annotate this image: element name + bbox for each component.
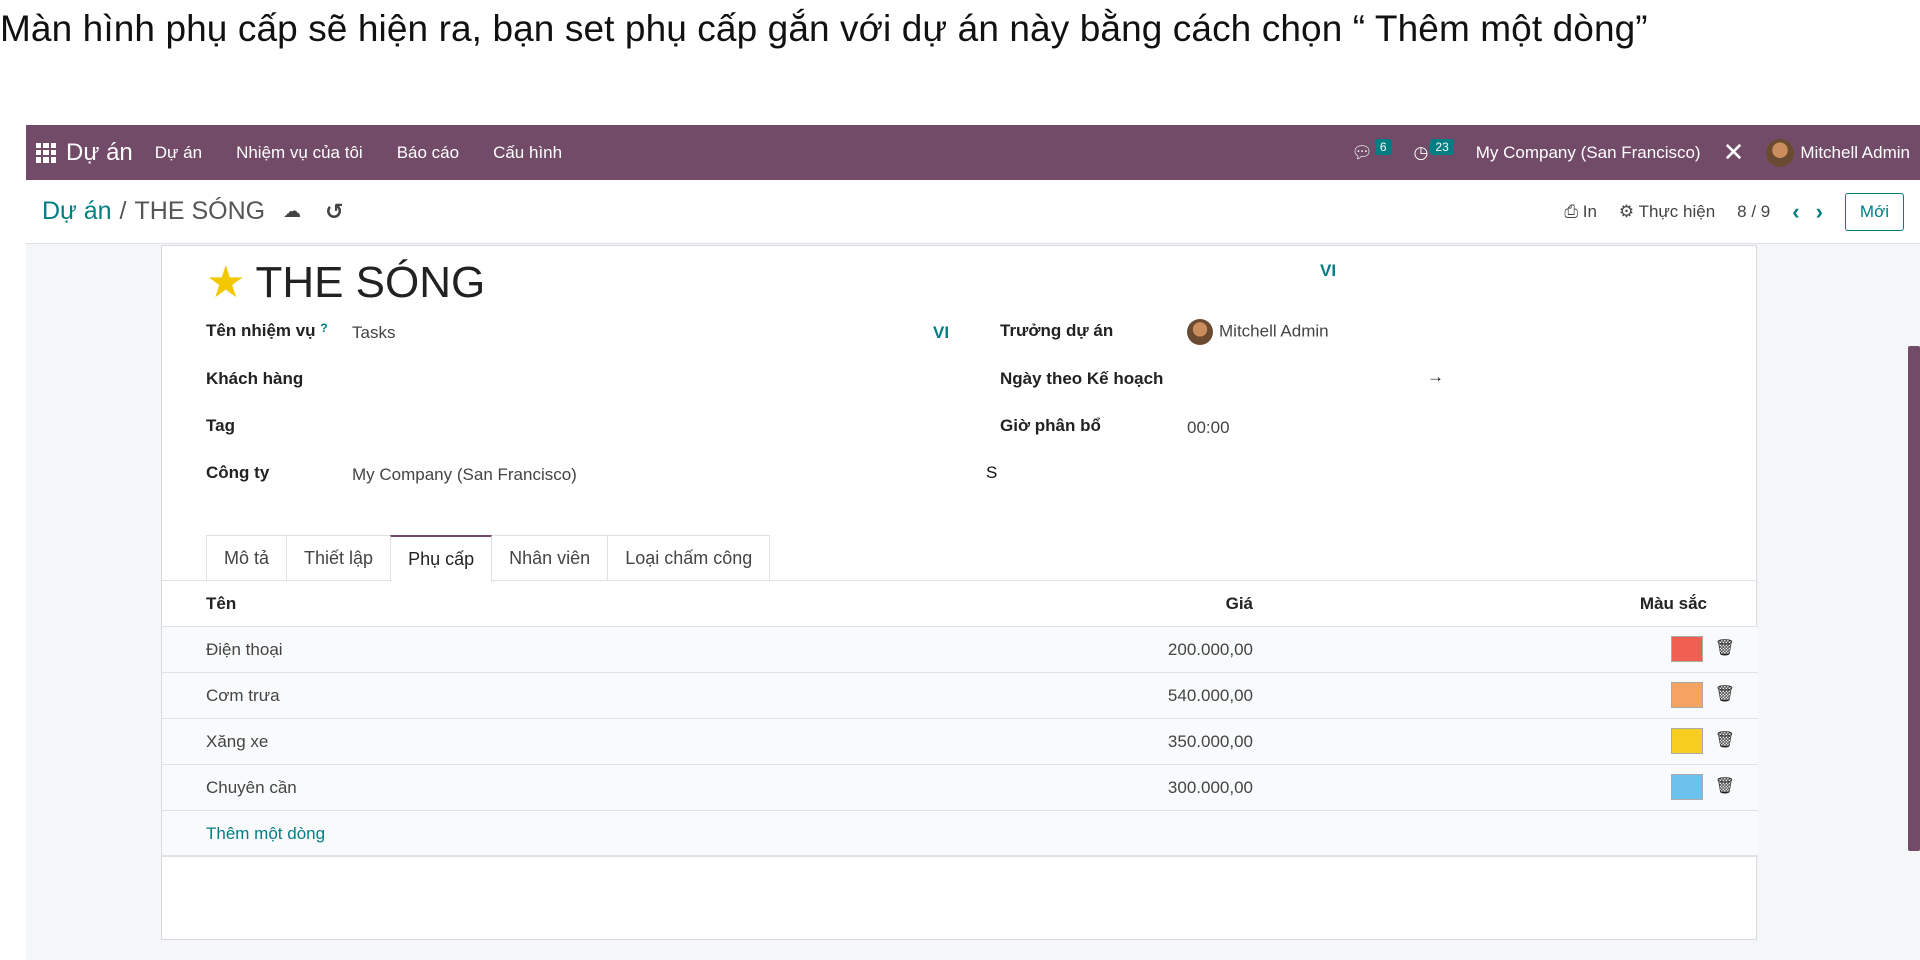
action-label: Thực hiện	[1638, 201, 1716, 221]
odoo-app-window: Dự án Dự án Nhiệm vụ của tôi Báo cáo Cấu…	[26, 125, 1920, 960]
row-name: Điện thoại	[206, 640, 283, 659]
breadcrumb: Dự án / THE SÓNG	[42, 197, 265, 226]
tag-label: Tag	[206, 416, 235, 435]
gear-icon: ⚙	[1618, 201, 1639, 221]
menu-configuration[interactable]: Cấu hình	[493, 143, 562, 163]
date-range-arrow-icon: →	[1427, 367, 1444, 386]
row-price: 200.000,00	[1167, 640, 1253, 659]
tab-description[interactable]: Mô tả	[206, 535, 288, 581]
user-name: Mitchell Admin	[1800, 142, 1910, 162]
project-manager-input[interactable]: Mitchell Admin	[1187, 319, 1329, 345]
row-price: 350.000,00	[1167, 732, 1253, 751]
pager-next-icon[interactable]: ›	[1816, 199, 1823, 225]
user-menu[interactable]: Mitchell Admin	[1766, 138, 1910, 167]
discard-undo-icon[interactable]: ↺	[325, 199, 343, 225]
row-name: Xăng xe	[206, 732, 269, 751]
company-input[interactable]: My Company (San Francisco)	[352, 465, 577, 485]
delete-row-trash-icon[interactable]: 🗑︎	[1715, 684, 1735, 704]
color-swatch[interactable]	[1671, 774, 1703, 800]
print-label: In	[1582, 201, 1597, 221]
favorite-star-icon[interactable]: ★	[206, 261, 245, 305]
project-manager-name: Mitchell Admin	[1219, 321, 1329, 341]
add-line-link[interactable]: Thêm một dòng	[206, 824, 325, 844]
tab-timesheet-types[interactable]: Loại chấm công	[607, 535, 771, 581]
tab-allowance[interactable]: Phụ cấp	[390, 535, 493, 582]
breadcrumb-separator: /	[119, 197, 127, 225]
user-avatar	[1766, 138, 1795, 167]
app-name[interactable]: Dự án	[66, 139, 133, 167]
messages-badge: 6	[1374, 138, 1392, 155]
color-swatch[interactable]	[1671, 728, 1703, 754]
control-panel: Dự án / THE SÓNG ☁ ↺ ⎙ In ⚙ Thực hiện 8 …	[26, 180, 1920, 244]
header-name[interactable]: Tên	[206, 594, 236, 614]
customer-label: Khách hàng	[206, 369, 304, 388]
save-cloud-icon[interactable]: ☁	[283, 201, 301, 222]
color-swatch[interactable]	[1671, 636, 1703, 662]
company-label: Công ty	[206, 463, 270, 482]
color-swatch[interactable]	[1671, 682, 1703, 708]
apps-grid-icon[interactable]	[36, 142, 56, 163]
allowance-table: Tên Giá Màu sắc Điện thoại 200.000,00 🗑︎…	[162, 581, 1758, 857]
app-switcher[interactable]: Dự án	[36, 139, 133, 167]
action-button[interactable]: ⚙ Thực hiện	[1619, 202, 1715, 222]
activities-button[interactable]: ◷ 23	[1413, 138, 1454, 163]
row-price: 540.000,00	[1167, 686, 1253, 705]
task-name-language-button[interactable]: VI	[933, 323, 949, 343]
debug-tools-icon[interactable]: ✕	[1723, 137, 1745, 168]
planned-date-label: Ngày theo Kế hoạch	[1000, 369, 1164, 388]
task-name-label: Tên nhiệm vụ ?	[206, 321, 328, 340]
task-name-input[interactable]: Tasks	[352, 323, 395, 343]
breadcrumb-projects-link[interactable]: Dự án	[42, 197, 112, 226]
project-manager-label: Trưởng dự án	[1000, 321, 1114, 340]
allocated-hours-input[interactable]: 00:00	[1187, 418, 1230, 438]
tab-employees[interactable]: Nhân viên	[491, 535, 609, 581]
messages-button[interactable]: 💬︎ 6	[1351, 138, 1392, 163]
table-row[interactable]: Chuyên cần 300.000,00 🗑︎	[162, 765, 1758, 811]
activities-badge: 23	[1430, 138, 1454, 155]
table-row[interactable]: Điện thoại 200.000,00 🗑︎	[162, 627, 1758, 673]
add-line-row: Thêm một dòng	[162, 811, 1758, 857]
tutorial-caption: Màn hình phụ cấp sẽ hiện ra, bạn set phụ…	[0, 8, 1648, 49]
print-button[interactable]: ⎙ In	[1564, 202, 1597, 222]
delete-row-trash-icon[interactable]: 🗑︎	[1715, 730, 1735, 750]
notebook-tabs: Mô tả Thiết lập Phụ cấp Nhân viên Loại c…	[206, 535, 771, 582]
company-switcher[interactable]: My Company (San Francisco)	[1476, 143, 1701, 163]
row-name: Cơm trưa	[206, 686, 280, 705]
pager-previous-icon[interactable]: ‹	[1792, 199, 1799, 225]
row-price: 300.000,00	[1167, 778, 1253, 797]
allocated-hours-label: Giờ phân bổ	[1000, 416, 1101, 435]
top-navbar: Dự án Dự án Nhiệm vụ của tôi Báo cáo Cấu…	[26, 125, 1920, 180]
form-sheet: VI ★ THE SÓNG Tên nhiệm vụ ? Tasks VI Kh…	[161, 245, 1758, 940]
new-button[interactable]: Mới	[1844, 192, 1904, 231]
delete-row-trash-icon[interactable]: 🗑︎	[1715, 776, 1735, 796]
stray-text: S	[986, 463, 998, 482]
project-title[interactable]: THE SÓNG	[255, 258, 485, 308]
menu-my-tasks[interactable]: Nhiệm vụ của tôi	[236, 143, 363, 163]
pager-value[interactable]: 8 / 9	[1737, 202, 1770, 222]
printer-icon: ⎙	[1564, 201, 1583, 221]
chat-icon: 💬︎	[1351, 142, 1373, 162]
manager-avatar	[1187, 319, 1213, 345]
table-header: Tên Giá Màu sắc	[162, 581, 1758, 627]
header-color[interactable]: Màu sắc	[1640, 594, 1707, 614]
menu-reports[interactable]: Báo cáo	[397, 143, 459, 163]
tab-settings[interactable]: Thiết lập	[286, 535, 392, 581]
header-price[interactable]: Giá	[1226, 594, 1253, 614]
breadcrumb-current: THE SÓNG	[134, 197, 266, 225]
menu-projects[interactable]: Dự án	[155, 143, 202, 163]
table-row[interactable]: Xăng xe 350.000,00 🗑︎	[162, 719, 1758, 765]
row-name: Chuyên cần	[206, 778, 297, 797]
title-language-button[interactable]: VI	[1320, 261, 1336, 281]
clock-icon: ◷	[1413, 142, 1429, 162]
scrollbar[interactable]	[1908, 346, 1920, 851]
delete-row-trash-icon[interactable]: 🗑︎	[1715, 638, 1735, 658]
help-icon[interactable]: ?	[320, 321, 327, 335]
table-row[interactable]: Cơm trưa 540.000,00 🗑︎	[162, 673, 1758, 719]
